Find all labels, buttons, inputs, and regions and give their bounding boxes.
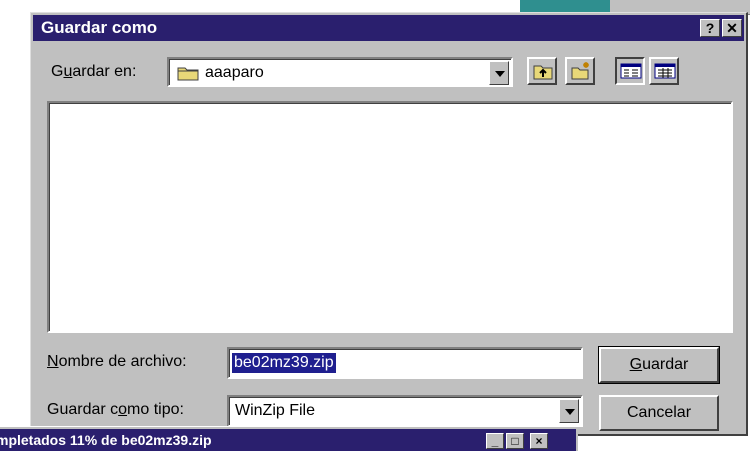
list-view-icon — [620, 63, 642, 79]
create-new-folder-button[interactable] — [565, 57, 595, 85]
file-name-label: Nombre de archivo: — [47, 353, 187, 370]
title-bar[interactable]: Guardar como ? ✕ — [33, 15, 744, 41]
details-view-icon — [654, 63, 676, 79]
up-folder-icon — [533, 65, 553, 80]
file-name-value: be02mz39.zip — [232, 353, 336, 373]
maximize-button[interactable]: □ — [506, 433, 524, 449]
save-as-dialog: Guardar como ? ✕ Guardar en: aaaparo Nom… — [30, 12, 748, 436]
file-type-value: WinZip File — [235, 402, 316, 419]
progress-window: mpletados 11% de be02mz39.zip _ □ × — [0, 426, 578, 451]
list-view-button[interactable] — [615, 57, 645, 85]
chevron-down-icon[interactable] — [559, 399, 579, 423]
details-view-button[interactable] — [649, 57, 679, 85]
close-button[interactable]: ✕ — [722, 19, 742, 37]
file-list[interactable] — [47, 101, 733, 333]
save-in-combobox[interactable]: aaaparo — [167, 57, 513, 87]
folder-icon — [177, 67, 199, 81]
file-type-combobox[interactable]: WinZip File — [227, 395, 583, 427]
save-button[interactable]: Guardar — [598, 346, 720, 384]
help-button[interactable]: ? — [700, 19, 720, 37]
file-type-label: Guardar como tipo: — [47, 401, 184, 418]
progress-title: mpletados 11% de be02mz39.zip — [0, 432, 212, 448]
up-one-level-button[interactable] — [527, 57, 557, 85]
save-in-dropdown-button[interactable] — [489, 61, 509, 85]
progress-close-button[interactable]: × — [530, 433, 548, 449]
save-in-label: Guardar en: — [51, 63, 137, 80]
new-folder-icon — [571, 62, 589, 80]
cancel-button[interactable]: Cancelar — [599, 395, 719, 431]
dialog-title: Guardar como — [41, 18, 158, 37]
minimize-button[interactable]: _ — [486, 433, 504, 449]
save-in-value: aaaparo — [205, 64, 264, 81]
progress-title-bar[interactable]: mpletados 11% de be02mz39.zip _ □ × — [0, 429, 576, 451]
file-name-input[interactable]: be02mz39.zip — [227, 347, 583, 379]
